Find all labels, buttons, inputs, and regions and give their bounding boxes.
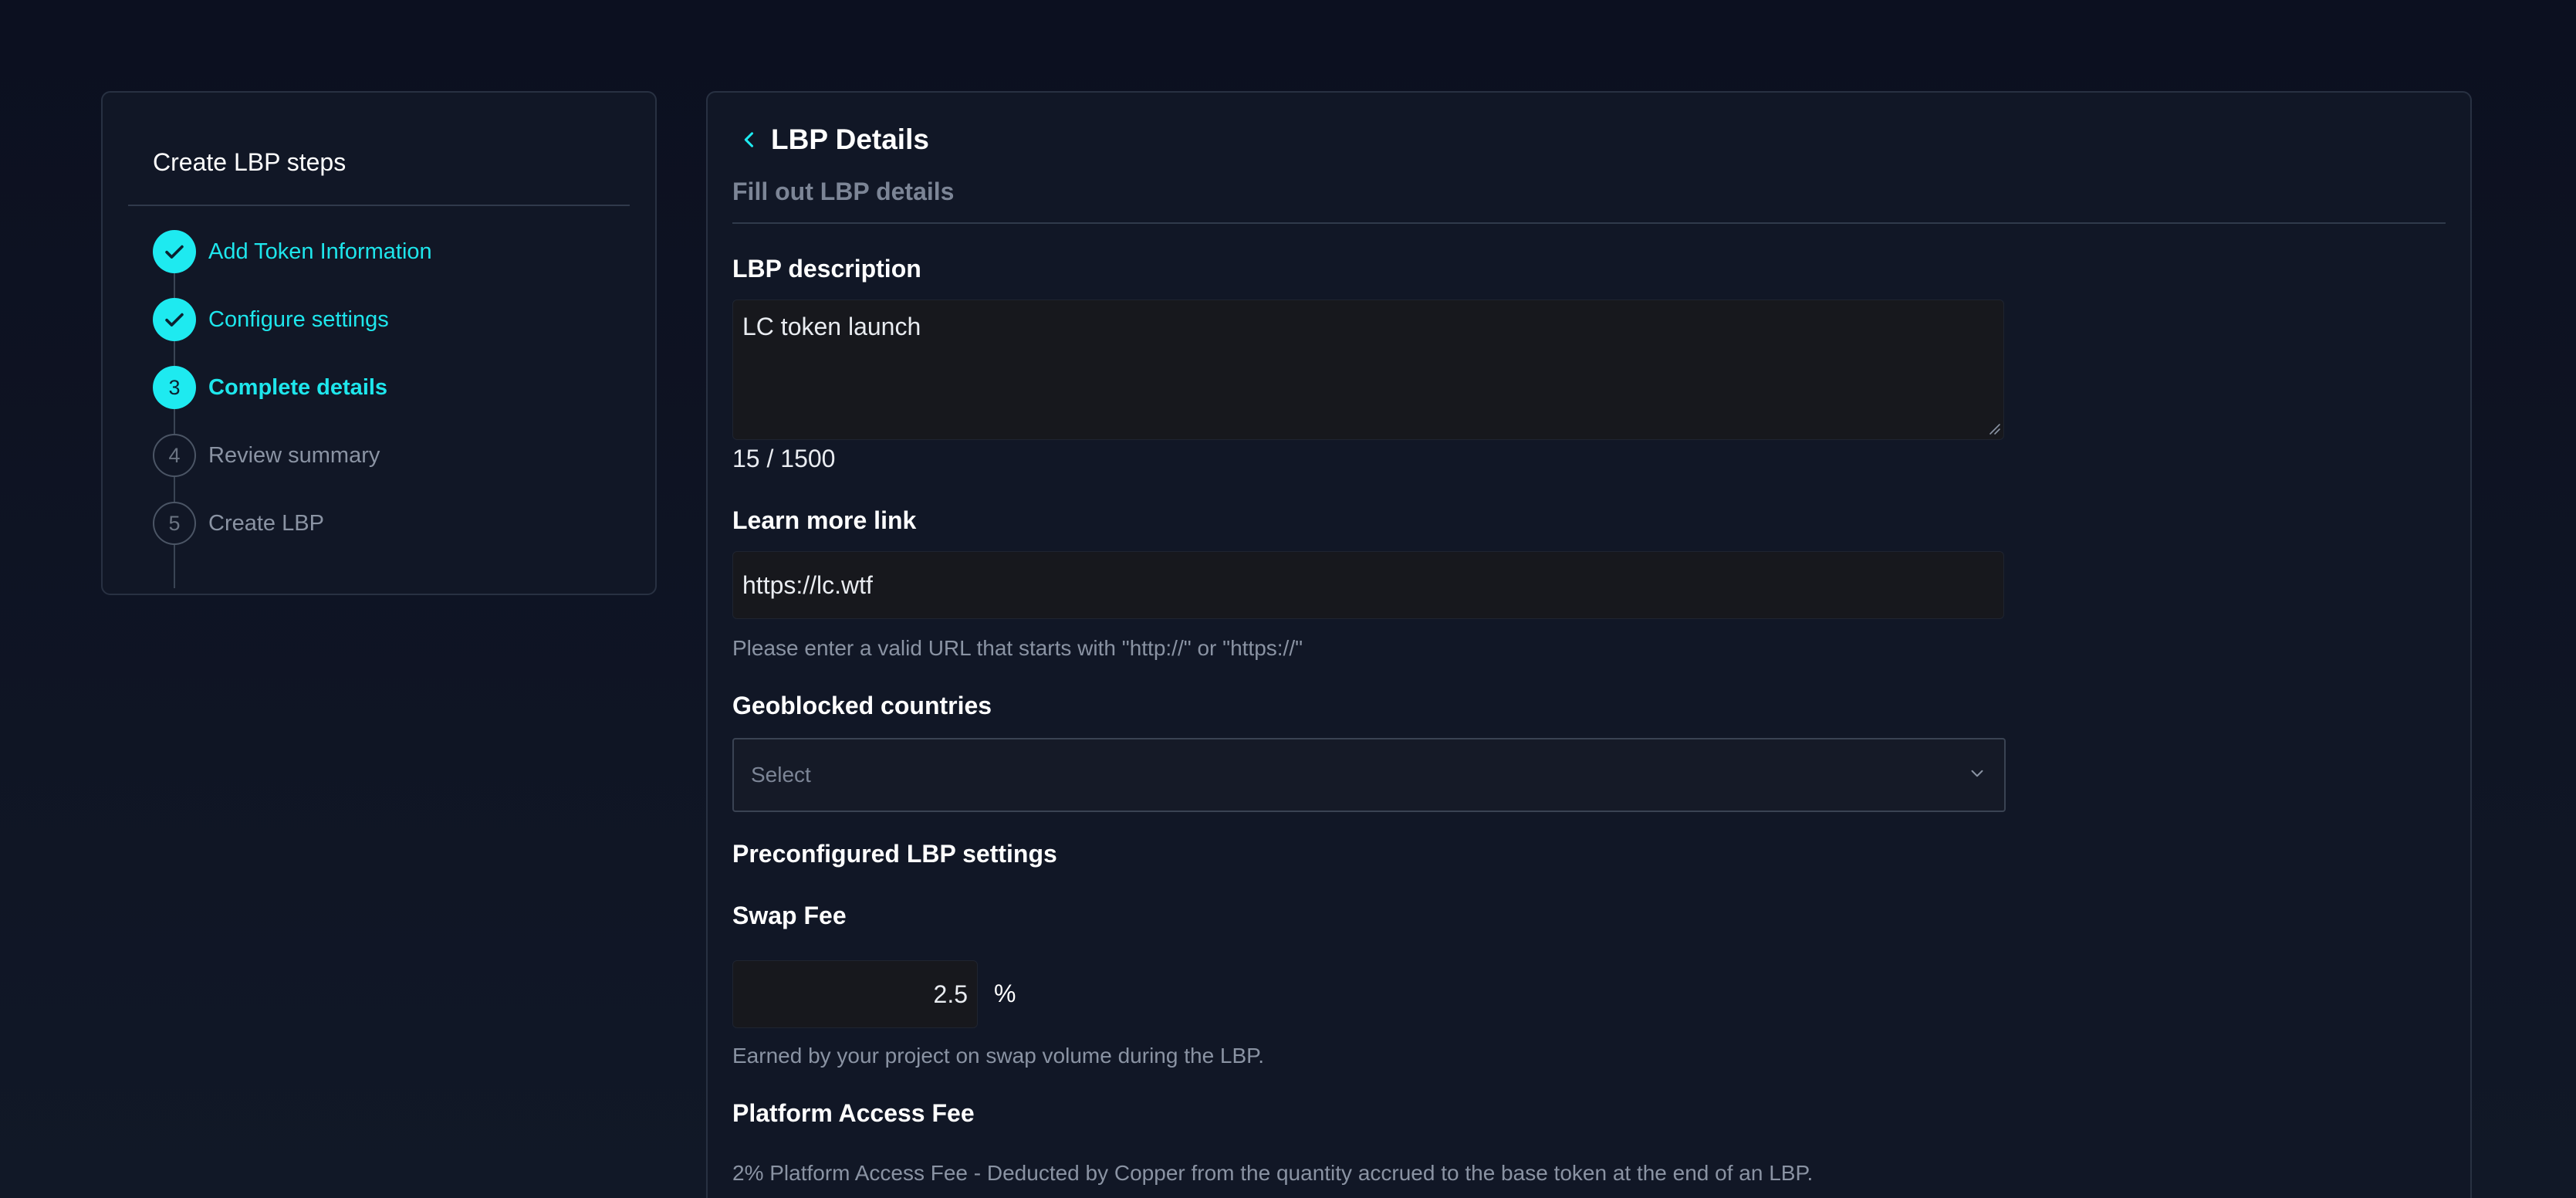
swap-fee-helper: Earned by your project on swap volume du… xyxy=(732,1044,1265,1068)
step-add-token-information[interactable]: Add Token Information xyxy=(153,230,432,273)
step-label: Create LBP xyxy=(208,510,324,536)
description-char-counter: 15 / 1500 xyxy=(732,445,836,472)
step-complete-details[interactable]: 3 Complete details xyxy=(153,366,387,409)
geoblocked-select[interactable]: Select xyxy=(732,738,2006,812)
step-label: Review summary xyxy=(208,442,380,468)
page-subtitle: Fill out LBP details xyxy=(732,178,955,205)
step-number: 3 xyxy=(153,366,196,409)
step-label: Configure settings xyxy=(208,306,389,332)
resize-handle-icon[interactable] xyxy=(1986,420,2001,435)
geoblocked-label: Geoblocked countries xyxy=(732,692,992,719)
step-number: 4 xyxy=(153,434,196,477)
platform-fee-label: Platform Access Fee xyxy=(732,1099,975,1127)
learn-more-input[interactable]: https://lc.wtf xyxy=(732,551,2004,619)
chevron-down-icon xyxy=(1967,763,1987,787)
divider xyxy=(128,205,630,206)
check-icon xyxy=(153,298,196,341)
lbp-details-panel: LBP Details Fill out LBP details LBP des… xyxy=(706,91,2472,1198)
step-label: Complete details xyxy=(208,374,388,400)
chevron-left-icon[interactable] xyxy=(739,129,760,151)
learn-more-helper: Please enter a valid URL that starts wit… xyxy=(732,636,1303,660)
learn-more-label: Learn more link xyxy=(732,506,917,534)
page: Create LBP steps Add Token Information C… xyxy=(0,0,2576,1198)
swap-fee-unit: % xyxy=(994,980,1016,1007)
page-title: LBP Details xyxy=(771,124,929,155)
geoblocked-placeholder: Select xyxy=(751,763,811,787)
back-row: LBP Details xyxy=(739,124,929,156)
check-icon xyxy=(153,230,196,273)
divider xyxy=(732,222,2446,224)
steps-panel: Create LBP steps Add Token Information C… xyxy=(101,91,657,595)
description-label: LBP description xyxy=(732,255,921,283)
swap-fee-input[interactable]: 2.5 xyxy=(732,960,978,1028)
step-review-summary[interactable]: 4 Review summary xyxy=(153,434,380,477)
steps-panel-title: Create LBP steps xyxy=(153,148,347,176)
step-configure-settings[interactable]: Configure settings xyxy=(153,298,389,341)
swap-fee-label: Swap Fee xyxy=(732,902,847,929)
step-number: 5 xyxy=(153,502,196,545)
description-textarea[interactable]: LC token launch xyxy=(732,300,2004,440)
step-create-lbp[interactable]: 5 Create LBP xyxy=(153,502,324,545)
preconfigured-heading: Preconfigured LBP settings xyxy=(732,840,1057,868)
platform-fee-helper: 2% Platform Access Fee - Deducted by Cop… xyxy=(732,1161,1814,1185)
step-label: Add Token Information xyxy=(208,239,432,264)
